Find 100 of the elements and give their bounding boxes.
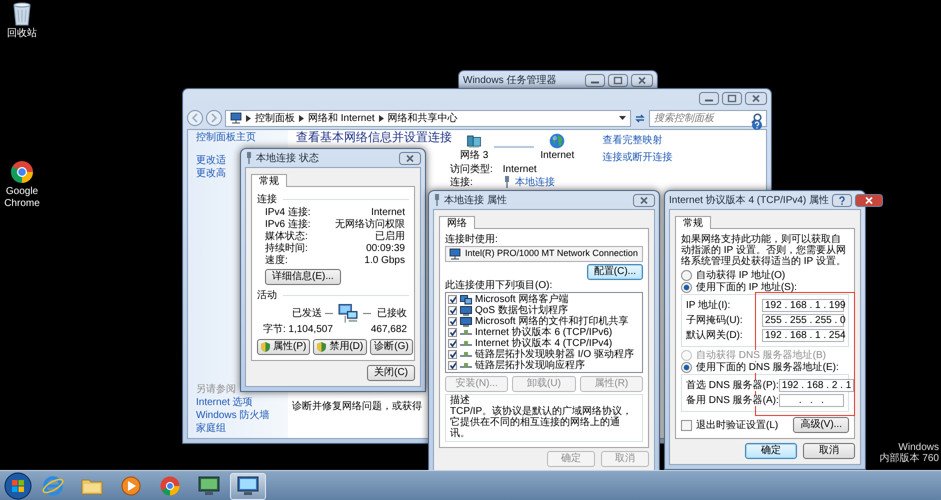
back-button[interactable] (187, 110, 203, 126)
sidebar-link[interactable]: Windows 防火墙 (196, 410, 270, 421)
chrome-icon[interactable] (10, 160, 34, 184)
list-item[interactable]: QoS 数据包计划程序 (475, 305, 568, 316)
full-map-link[interactable]: 查看完整映射 (602, 135, 672, 146)
globe-icon (549, 133, 566, 149)
taskbar-button[interactable] (230, 472, 266, 500)
forward-button[interactable] (206, 110, 222, 126)
list-item[interactable]: Microsoft 网络客户端 (475, 294, 568, 305)
radio-label[interactable]: 自动获得 IP 地址(O) (696, 270, 786, 281)
row-label: 持续时间: (265, 243, 309, 254)
search-placeholder: 搜索控制面板 (654, 112, 714, 124)
breadcrumb[interactable]: 网络和 Internet (308, 112, 375, 124)
ip-address-field[interactable]: . . . (778, 394, 844, 407)
connection-icon (433, 194, 441, 206)
field-label: 首选 DNS 服务器(P): (686, 380, 779, 391)
connection-link[interactable]: 本地连接 (514, 176, 555, 188)
icon-label[interactable]: Google Chrome (2, 186, 42, 209)
list-item[interactable]: 链路层拓扑发现响应程序 (475, 360, 585, 371)
shield-icon (317, 342, 326, 352)
radio-label[interactable]: 使用下面的 IP 地址(S): (696, 282, 797, 293)
action-button[interactable]: 属性(P) (257, 339, 310, 355)
breadcrumb[interactable]: 控制面板 (255, 112, 295, 124)
breadcrumb[interactable]: 网络和共享中心 (388, 112, 458, 124)
row-label: 媒体状态: (265, 231, 309, 242)
browser-icon (42, 475, 64, 497)
details-button[interactable]: 详细信息(E)... (265, 269, 341, 285)
tab[interactable]: 常规 (675, 216, 711, 229)
ok-button[interactable]: 确定 (745, 443, 797, 459)
list-item[interactable]: Internet 协议版本 6 (TCP/IPv6) (475, 327, 612, 338)
monitor-icon (237, 476, 259, 496)
checkbox[interactable] (448, 317, 457, 326)
info-label: 连接: (450, 176, 474, 188)
row-value: 00:09:39 (365, 243, 405, 254)
checkbox[interactable] (448, 295, 457, 304)
action-button[interactable]: 诊断(G) (370, 339, 413, 355)
sidebar-link[interactable]: 更改适 (196, 155, 226, 166)
field-label: 此连接使用下列项目(O): (445, 280, 554, 291)
list-item[interactable]: Internet 协议版本 4 (TCP/IPv4) (475, 338, 612, 349)
field-label: 连接时使用: (445, 234, 499, 245)
icon-label[interactable]: 回收站 (7, 28, 37, 40)
radio-button[interactable] (681, 270, 692, 281)
chrome-icon (160, 476, 180, 496)
checkbox-label[interactable]: 退出时验证设置(L) (696, 420, 778, 430)
checkbox[interactable] (448, 339, 457, 348)
radio-button[interactable] (681, 282, 692, 293)
cancel-button[interactable]: 取消 (803, 443, 855, 459)
ip-address-field[interactable]: 192 . 168 . 1 . 254 (762, 329, 844, 342)
configure-button[interactable]: 配置(C)... (586, 264, 643, 280)
connection-icon (502, 176, 511, 188)
row-label: 速度: (265, 255, 289, 266)
radio-label[interactable]: 使用下面的 DNS 服务器地址(E): (696, 362, 839, 373)
tab[interactable]: 网络 (439, 216, 475, 229)
action-button[interactable]: 禁用(D) (313, 339, 368, 355)
connect-link[interactable]: 连接或断开连接 (602, 152, 672, 163)
radio-button[interactable] (681, 362, 692, 373)
computers-icon (336, 303, 360, 324)
cable-icon (460, 350, 472, 360)
sidebar-link[interactable]: 控制面板主页 (196, 132, 256, 143)
items-list[interactable]: Microsoft 网络客户端 QoS 数据包计划程序 Microsoft 网络的文件和打印机共享 Internet 协议版本 6 (TCP/IPv6) Internet 协议版本 4 (TCP/IPv4) 链路层拓扑发现映射器 I/O 驱动程序 链路层拓扑发现响应程序 (445, 292, 643, 373)
list-item[interactable]: Microsoft 网络的文件和打印机共享 (475, 316, 628, 327)
row-value: 1.0 Gbps (363, 255, 405, 266)
system-notice: Windows (898, 442, 939, 453)
address-bar[interactable]: 控制面板 网络和 Internet 网络和共享中心 (225, 110, 631, 126)
tab[interactable]: 常规 (251, 174, 287, 187)
recycle-bin-icon[interactable] (12, 2, 32, 26)
checkbox[interactable] (681, 420, 692, 430)
start-button[interactable] (4, 472, 32, 500)
caret-icon[interactable] (619, 116, 626, 120)
computer-icon (460, 316, 472, 326)
row-label: IPv6 连接: (265, 219, 311, 230)
sidebar-link[interactable]: 家庭组 (196, 423, 226, 434)
connection-line (494, 146, 534, 148)
help-icon[interactable] (832, 194, 852, 206)
checkbox[interactable] (448, 306, 457, 315)
checkbox[interactable] (448, 350, 457, 359)
sidebar-link[interactable]: Internet 选项 (196, 397, 253, 408)
minimize-icon[interactable] (585, 74, 605, 86)
connection-icon (245, 152, 253, 164)
row-value: Internet (370, 207, 405, 218)
maximize-icon[interactable] (722, 92, 742, 104)
close-icon[interactable] (855, 194, 884, 206)
advanced-button[interactable]: 高级(V)... (793, 417, 849, 433)
sidebar-link[interactable]: 更改高 (196, 168, 226, 179)
computers-icon (460, 294, 472, 304)
checkbox[interactable] (448, 328, 457, 337)
ip-address-field[interactable]: 192 . 168 . 2 . 1 (778, 379, 854, 392)
checkbox[interactable] (448, 361, 457, 370)
maximize-icon[interactable] (608, 74, 628, 86)
refresh-icon[interactable] (634, 112, 646, 124)
ip-address-field[interactable]: 255 . 255 . 255 . 0 (762, 314, 844, 327)
list-item[interactable]: 链路层拓扑发现映射器 I/O 驱动程序 (475, 349, 634, 360)
row-label: IPv4 连接: (265, 207, 311, 218)
help-icon[interactable] (752, 120, 762, 130)
minimize-icon[interactable] (699, 92, 719, 104)
ip-address-field[interactable]: 192 . 168 . 1 . 199 (762, 299, 844, 312)
shield-icon (261, 342, 270, 352)
chevron-icon (299, 114, 304, 122)
search-field[interactable]: 搜索控制面板 (649, 110, 767, 126)
close-button[interactable]: 关闭(C) (367, 365, 415, 381)
